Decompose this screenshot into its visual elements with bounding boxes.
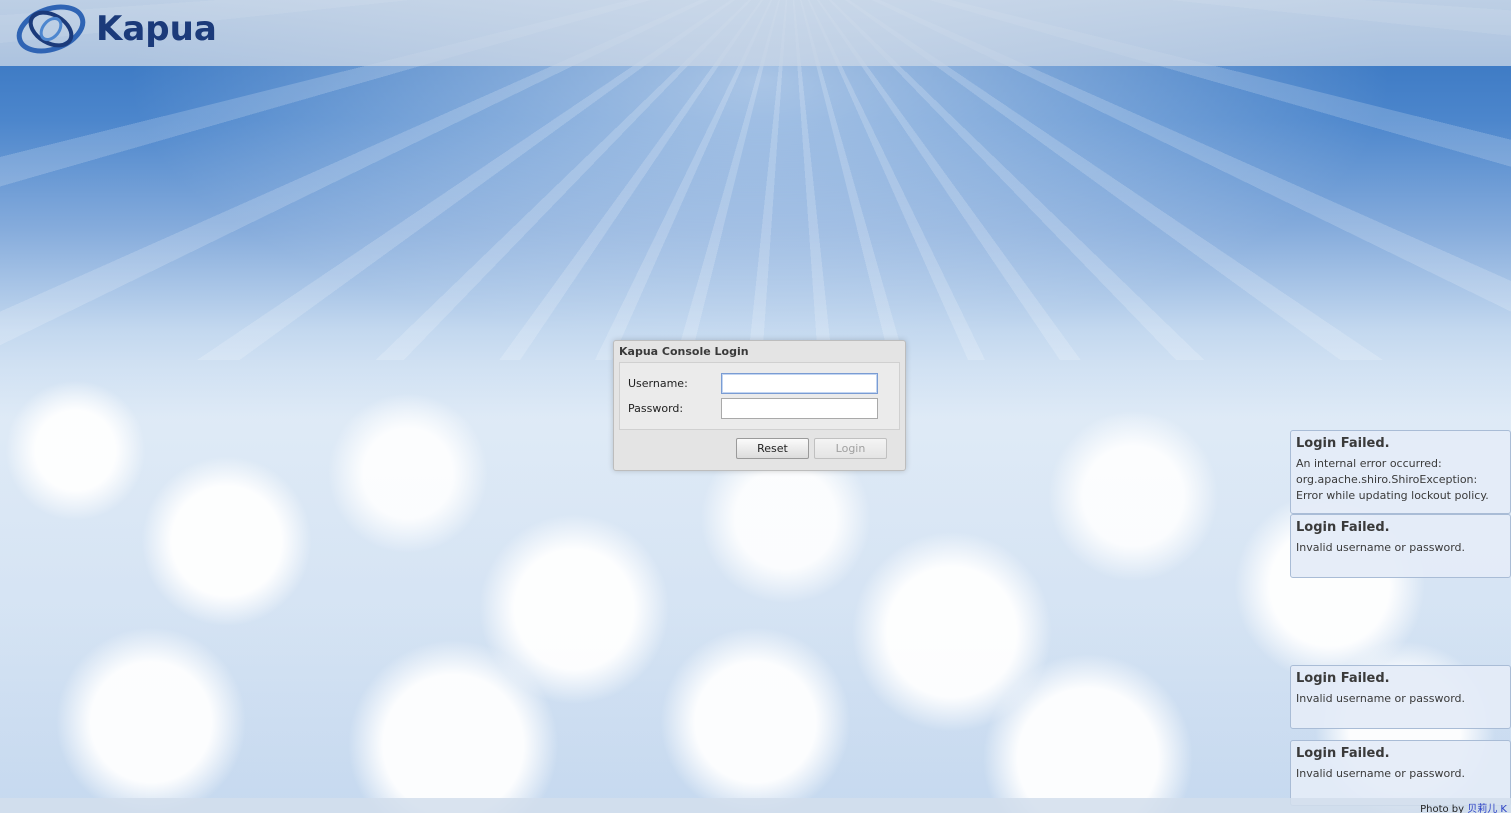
footer-bar: Photo by 贝莉儿 K [0,798,1511,813]
notification-title: Login Failed. [1296,746,1390,761]
password-row: Password: [628,397,878,419]
password-input[interactable] [721,397,878,419]
photo-credit-link[interactable]: 贝莉儿 K [1467,804,1507,813]
notification-title: Login Failed. [1296,436,1390,451]
brand-name: Kapua [96,9,217,49]
dialog-title: Kapua Console Login [619,345,749,358]
login-dialog: Kapua Console Login Username: Password: … [613,340,906,471]
password-label: Password: [628,401,684,415]
notification-title: Login Failed. [1296,520,1390,535]
header-bar: Kapua [0,0,1511,66]
photo-credit: Photo by 贝莉儿 K [1420,800,1507,813]
reset-button[interactable]: Reset [736,438,809,459]
photo-credit-prefix: Photo by [1420,804,1465,813]
login-form: Username: Password: [619,362,900,430]
username-row: Username: [628,372,878,394]
notification-login-failed: Login Failed. An internal error occurred… [1290,430,1511,514]
notification-message: Invalid username or password. [1296,767,1466,780]
notification-title: Login Failed. [1296,671,1390,686]
notification-message: An internal error occurred: org.apache.s… [1296,457,1489,502]
notification-login-failed: Login Failed. Invalid username or passwo… [1290,665,1511,729]
notification-login-failed: Login Failed. Invalid username or passwo… [1290,740,1511,806]
login-button[interactable]: Login [814,438,887,459]
username-label: Username: [628,376,688,390]
username-input[interactable] [721,372,878,394]
notification-login-failed: Login Failed. Invalid username or passwo… [1290,514,1511,578]
notification-message: Invalid username or password. [1296,541,1466,554]
kapua-swirl-logo-icon [16,4,86,54]
login-page: Kapua Kapua Console Login Username: Pass… [0,0,1511,813]
kapua-logo: Kapua [12,4,217,54]
notification-message: Invalid username or password. [1296,692,1466,705]
